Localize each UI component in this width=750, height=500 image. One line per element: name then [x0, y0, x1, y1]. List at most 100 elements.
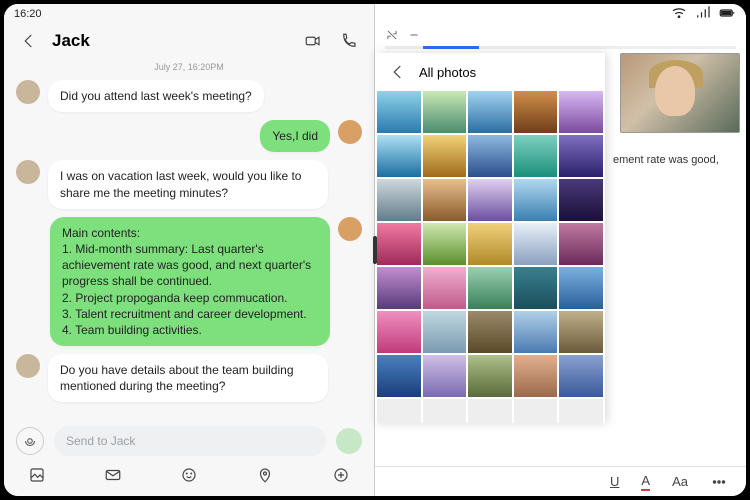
photo-thumb[interactable] — [423, 179, 467, 221]
back-icon[interactable] — [16, 28, 42, 54]
message-input[interactable]: Send to Jack — [54, 426, 326, 456]
message-list: July 27, 16:20PM Did you attend last wee… — [4, 58, 374, 420]
photo-thumb[interactable] — [559, 311, 603, 353]
chat-header: Jack — [4, 24, 374, 58]
photo-thumb[interactable] — [559, 135, 603, 177]
photo-thumb[interactable] — [559, 399, 603, 423]
location-icon[interactable] — [252, 462, 278, 488]
photo-thumb[interactable] — [559, 179, 603, 221]
signal-icon — [694, 4, 712, 25]
voice-input-icon[interactable] — [16, 427, 44, 455]
photo-thumb[interactable] — [423, 267, 467, 309]
photo-thumb[interactable] — [377, 223, 421, 265]
message-bubble[interactable]: Do you have details about the team build… — [48, 354, 328, 402]
fold-hinge — [373, 236, 377, 264]
photo-thumb[interactable] — [423, 135, 467, 177]
photo-thumb[interactable] — [559, 267, 603, 309]
document-area: ement rate was good, All photos — [375, 53, 746, 466]
wifi-icon — [670, 4, 688, 25]
gallery-title: All photos — [419, 65, 476, 80]
font-size-button[interactable]: Aa — [672, 474, 688, 489]
add-icon[interactable] — [328, 462, 354, 488]
contact-name: Jack — [52, 31, 290, 51]
photo-thumb[interactable] — [377, 267, 421, 309]
photo-thumb[interactable] — [423, 223, 467, 265]
message-bubble[interactable]: Did you attend last week's meeting? — [48, 80, 264, 112]
voice-call-icon[interactable] — [336, 28, 362, 54]
photo-thumb[interactable] — [377, 91, 421, 133]
photo-thumb[interactable] — [468, 223, 512, 265]
mail-icon[interactable] — [100, 462, 126, 488]
message-out: Yes,I did — [16, 120, 362, 152]
photo-thumb[interactable] — [468, 399, 512, 423]
photo-thumb[interactable] — [559, 355, 603, 397]
window-controls — [375, 24, 746, 46]
tab-active-indicator — [423, 46, 479, 49]
font-color-button[interactable]: A — [641, 473, 650, 491]
clock: 16:20 — [14, 8, 42, 20]
chat-pane: 16:20 Jack July 27, 16:20PM Did you atte… — [4, 4, 375, 496]
photo-thumb[interactable] — [514, 223, 558, 265]
gallery-panel: All photos — [375, 53, 605, 423]
message-out: Main contents: 1. Mid-month summary: Las… — [16, 217, 362, 346]
photo-thumb[interactable] — [423, 311, 467, 353]
more-format-icon[interactable] — [710, 473, 728, 491]
photo-thumb[interactable] — [423, 91, 467, 133]
avatar[interactable] — [338, 217, 362, 241]
photo-grid — [375, 91, 605, 423]
photo-thumb[interactable] — [377, 399, 421, 423]
photo-thumb[interactable] — [468, 179, 512, 221]
photo-thumb[interactable] — [514, 399, 558, 423]
photo-thumb[interactable] — [559, 223, 603, 265]
photo-thumb[interactable] — [514, 179, 558, 221]
date-separator: July 27, 16:20PM — [16, 62, 362, 72]
photo-thumb[interactable] — [423, 399, 467, 423]
send-button[interactable] — [336, 428, 362, 454]
back-icon[interactable] — [385, 59, 411, 85]
underline-button[interactable]: U — [610, 474, 619, 489]
attachment-toolbar — [4, 458, 374, 496]
emoji-icon[interactable] — [176, 462, 202, 488]
message-input-placeholder: Send to Jack — [66, 434, 135, 448]
photo-thumb[interactable] — [377, 311, 421, 353]
document-text-fragment: ement rate was good, — [613, 153, 736, 168]
video-pip[interactable] — [620, 53, 740, 133]
photo-thumb[interactable] — [514, 91, 558, 133]
photo-thumb[interactable] — [514, 267, 558, 309]
avatar[interactable] — [338, 120, 362, 144]
avatar[interactable] — [16, 80, 40, 104]
message-in: Did you attend last week's meeting? — [16, 80, 362, 112]
message-bubble[interactable]: Yes,I did — [260, 120, 330, 152]
photo-thumb[interactable] — [377, 355, 421, 397]
window-minimize-icon[interactable] — [407, 28, 421, 42]
battery-icon — [718, 4, 736, 25]
photo-thumb[interactable] — [468, 311, 512, 353]
photo-thumb[interactable] — [468, 91, 512, 133]
tab-strip[interactable] — [385, 46, 736, 49]
gallery-icon[interactable] — [24, 462, 50, 488]
format-toolbar: U A Aa — [375, 466, 746, 496]
gallery-header: All photos — [375, 53, 605, 91]
video-call-icon[interactable] — [300, 28, 326, 54]
message-bubble[interactable]: Main contents: 1. Mid-month summary: Las… — [50, 217, 330, 346]
window-expand-icon[interactable] — [385, 28, 399, 42]
avatar[interactable] — [16, 160, 40, 184]
photo-thumb[interactable] — [468, 135, 512, 177]
message-in: I was on vacation last week, would you l… — [16, 160, 362, 208]
status-bar-left: 16:20 — [4, 4, 374, 24]
composer: Send to Jack — [4, 420, 374, 458]
message-in: Do you have details about the team build… — [16, 354, 362, 402]
photo-thumb[interactable] — [514, 311, 558, 353]
photo-thumb[interactable] — [468, 355, 512, 397]
photo-thumb[interactable] — [423, 355, 467, 397]
message-bubble[interactable]: I was on vacation last week, would you l… — [48, 160, 328, 208]
photo-thumb[interactable] — [377, 135, 421, 177]
secondary-pane: ement rate was good, All photos — [375, 4, 746, 496]
status-bar-right — [375, 4, 746, 24]
photo-thumb[interactable] — [559, 91, 603, 133]
photo-thumb[interactable] — [377, 179, 421, 221]
photo-thumb[interactable] — [468, 267, 512, 309]
photo-thumb[interactable] — [514, 135, 558, 177]
photo-thumb[interactable] — [514, 355, 558, 397]
avatar[interactable] — [16, 354, 40, 378]
